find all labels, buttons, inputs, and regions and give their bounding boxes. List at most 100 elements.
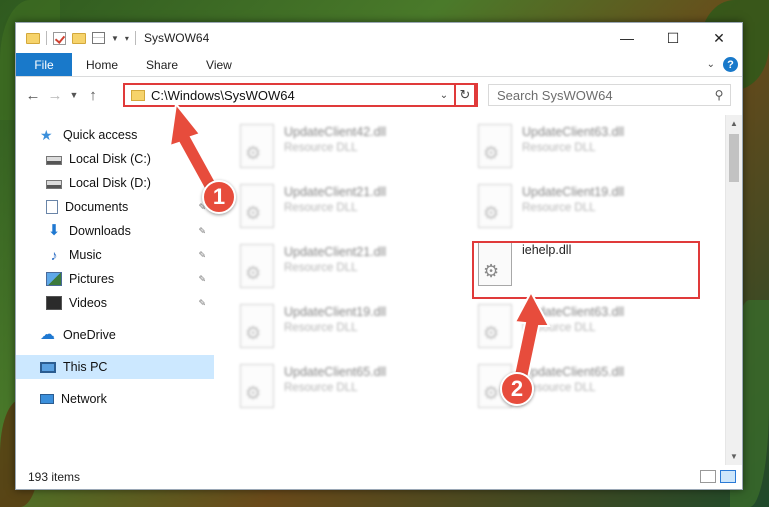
nav-quick-access[interactable]: ★ Quick access	[16, 123, 212, 147]
music-icon: ♪	[50, 247, 58, 263]
navigation-pane: ★ Quick access Local Disk (C:) Local Dis…	[16, 115, 214, 465]
nav-label: Local Disk (C:)	[69, 152, 151, 166]
nav-label: Downloads	[69, 224, 131, 238]
nav-local-disk-d[interactable]: Local Disk (D:)	[16, 171, 212, 195]
tab-file[interactable]: File	[16, 53, 72, 76]
maximize-button[interactable]: ☐	[650, 23, 696, 53]
address-dropdown-icon[interactable]: ⌄	[436, 90, 452, 101]
tab-home[interactable]: Home	[72, 53, 132, 76]
nav-label: OneDrive	[63, 328, 116, 342]
file-type: Resource DLL	[522, 382, 596, 394]
file-item[interactable]: ⚙ UpdateClient63.dll Resource DLL	[470, 301, 695, 351]
documents-icon	[46, 200, 58, 214]
chevron-down-icon[interactable]: ▼	[111, 34, 119, 43]
videos-icon	[46, 296, 62, 310]
vertical-scrollbar[interactable]: ▲ ▼	[725, 115, 742, 465]
search-box[interactable]: ⚲	[488, 84, 731, 106]
scroll-up-icon[interactable]: ▲	[726, 115, 742, 132]
disk-icon	[46, 180, 62, 189]
file-item[interactable]: ⚙ UpdateClient21.dll Resource DLL	[232, 241, 457, 291]
up-arrow-icon[interactable]: ↑	[82, 87, 104, 104]
nav-music[interactable]: ♪ Music ✎	[16, 243, 212, 267]
file-type: Resource DLL	[284, 382, 358, 394]
new-folder-icon[interactable]	[72, 32, 86, 44]
explorer-window: ▼ ▾ SysWOW64 — ☐ ✕ File Home Share View …	[15, 22, 743, 490]
dll-file-icon: ⚙	[240, 304, 274, 348]
nav-label: Quick access	[63, 128, 138, 142]
back-arrow-icon[interactable]: ←	[22, 87, 44, 104]
nav-this-pc[interactable]: This PC	[16, 355, 214, 379]
nav-documents[interactable]: Documents ✎	[16, 195, 212, 219]
recent-locations-icon[interactable]: ▼	[66, 90, 82, 100]
nav-label: Music	[69, 248, 102, 262]
file-name: UpdateClient65.dll	[522, 365, 625, 379]
address-bar[interactable]: C:\Windows\SysWOW64 ⌄	[123, 83, 478, 107]
file-name: UpdateClient19.dll	[522, 185, 625, 199]
file-name: UpdateClient19.dll	[284, 305, 387, 319]
file-type: Resource DLL	[522, 202, 596, 214]
dll-file-icon: ⚙	[240, 364, 274, 408]
details-view-icon[interactable]	[700, 470, 716, 483]
close-button[interactable]: ✕	[696, 23, 742, 53]
tab-share[interactable]: Share	[132, 53, 192, 76]
dll-file-icon: ⚙	[478, 124, 512, 168]
help-icon[interactable]: ?	[723, 57, 738, 72]
pin-icon: ✎	[198, 225, 206, 236]
file-name: UpdateClient21.dll	[284, 245, 387, 259]
tiles-view-icon[interactable]	[720, 470, 736, 483]
nav-local-disk-c[interactable]: Local Disk (C:)	[16, 147, 212, 171]
step-badge-1: 1	[202, 180, 236, 214]
network-icon	[40, 394, 54, 404]
tab-view[interactable]: View	[192, 53, 246, 76]
nav-label: Network	[61, 392, 107, 406]
nav-label: Documents	[65, 200, 129, 214]
scroll-down-icon[interactable]: ▼	[726, 448, 742, 465]
nav-label: Videos	[69, 296, 107, 310]
highlight-box	[472, 241, 700, 299]
dll-file-icon: ⚙	[478, 184, 512, 228]
expand-ribbon-icon[interactable]: ⌄	[707, 59, 715, 70]
scroll-thumb[interactable]	[729, 134, 739, 182]
file-item[interactable]: ⚙ UpdateClient42.dll Resource DLL	[232, 121, 457, 171]
customize-icon[interactable]	[92, 32, 105, 44]
minimize-button[interactable]: —	[604, 23, 650, 53]
nav-downloads[interactable]: ⬇ Downloads ✎	[16, 219, 212, 243]
forward-arrow-icon[interactable]: →	[44, 87, 66, 104]
search-icon[interactable]: ⚲	[708, 88, 730, 102]
file-item[interactable]: ⚙ UpdateClient65.dll Resource DLL	[232, 361, 457, 411]
file-item[interactable]: ⚙ UpdateClient63.dll Resource DLL	[470, 121, 695, 171]
address-row: ← → ▼ ↑ C:\Windows\SysWOW64 ⌄ ↻ ⚲	[16, 77, 742, 113]
file-name: UpdateClient63.dll	[522, 305, 625, 319]
ribbon-tabs: File Home Share View ⌄ ?	[16, 53, 742, 77]
folder-icon	[131, 89, 145, 101]
file-name: UpdateClient63.dll	[522, 125, 625, 139]
pin-icon: ✎	[198, 273, 206, 284]
nav-videos[interactable]: Videos ✎	[16, 291, 212, 315]
file-type: Resource DLL	[522, 322, 596, 334]
file-type: Resource DLL	[522, 142, 596, 154]
nav-network[interactable]: Network	[16, 387, 212, 411]
divider	[134, 31, 136, 45]
nav-onedrive[interactable]: ☁ OneDrive	[16, 323, 212, 347]
nav-label: Pictures	[69, 272, 115, 286]
file-item[interactable]: ⚙ UpdateClient21.dll Resource DLL	[232, 181, 457, 231]
window-title: SysWOW64	[143, 31, 210, 45]
file-item[interactable]: ⚙ UpdateClient19.dll Resource DLL	[232, 301, 457, 351]
refresh-icon[interactable]: ↻	[454, 83, 476, 107]
file-type: Resource DLL	[284, 202, 358, 214]
file-name: UpdateClient42.dll	[284, 125, 387, 139]
address-path[interactable]: C:\Windows\SysWOW64	[151, 88, 436, 103]
status-bar: 193 items	[16, 465, 742, 489]
qat-dropdown-icon[interactable]: ▾	[125, 34, 129, 43]
file-list: ⚙ UpdateClient42.dll Resource DLL ⚙ Updat…	[212, 115, 725, 465]
properties-check-icon[interactable]	[53, 31, 66, 45]
item-count: 193 items	[28, 470, 81, 484]
search-input[interactable]	[497, 87, 708, 103]
star-icon: ★	[40, 127, 53, 143]
file-name: UpdateClient21.dll	[284, 185, 387, 199]
content-area: ★ Quick access Local Disk (C:) Local Dis…	[16, 115, 742, 465]
divider	[46, 31, 47, 45]
file-item[interactable]: ⚙ UpdateClient19.dll Resource DLL	[470, 181, 695, 231]
nav-pictures[interactable]: Pictures ✎	[16, 267, 212, 291]
quick-access-toolbar: ▼ ▾	[16, 31, 136, 45]
